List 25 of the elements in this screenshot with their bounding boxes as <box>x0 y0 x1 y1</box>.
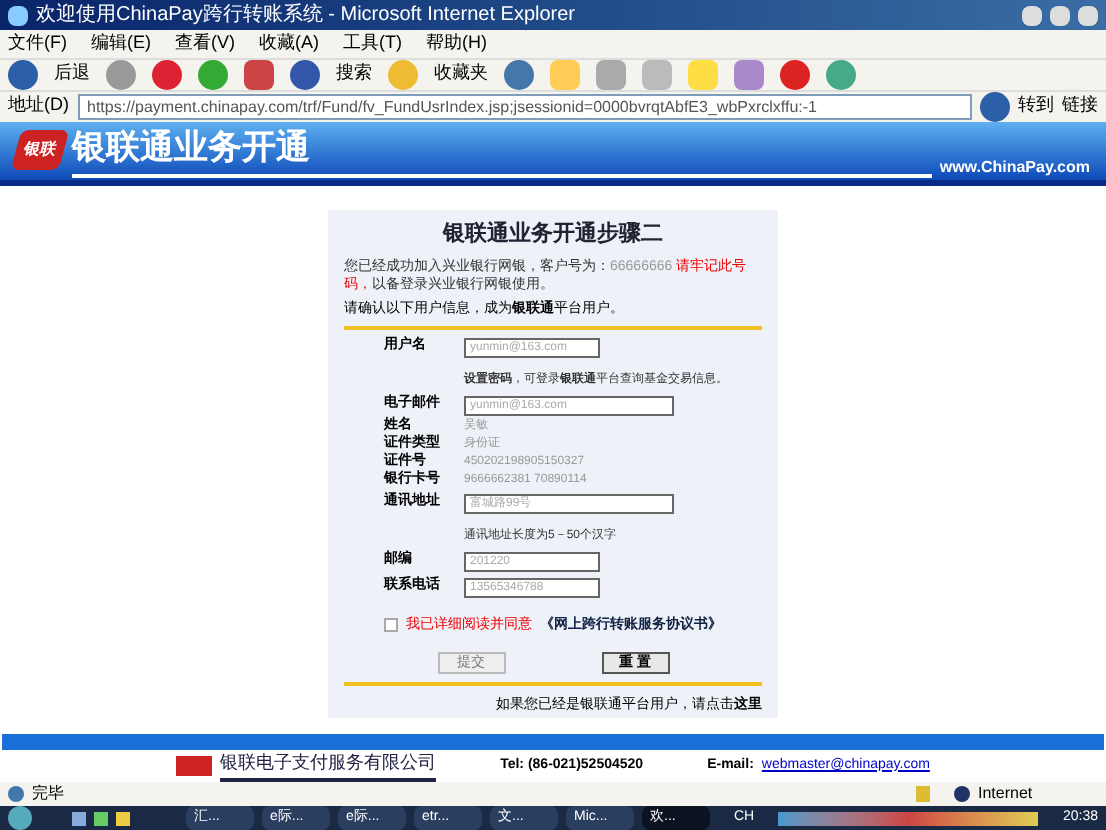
maximize-button[interactable] <box>1050 5 1070 25</box>
favorites-button[interactable]: 收藏夹 <box>434 60 488 88</box>
links-button[interactable]: 链接 <box>1062 92 1098 120</box>
panel-title: 银联通业务开通步骤二 <box>440 217 665 250</box>
banner-title: 银联通业务开通 <box>72 122 932 178</box>
start-button[interactable] <box>8 806 32 830</box>
minimize-button[interactable] <box>1022 5 1042 25</box>
zone-text: Internet <box>978 782 1035 806</box>
address-label: 地址(D) <box>8 92 69 119</box>
menu-item[interactable]: 查看(V) <box>175 30 235 57</box>
status-text: 完毕 <box>32 782 66 806</box>
agree-checkbox[interactable] <box>384 618 398 633</box>
menu-item[interactable]: 文件(F) <box>8 30 67 57</box>
go-button[interactable]: 转到 <box>1018 92 1054 120</box>
window-title: 欢迎使用ChinaPay跨行转账系统 - Microsoft Internet Explorer <box>36 1 578 30</box>
logo-mark: 银联 <box>10 130 70 171</box>
menu-item[interactable]: 帮助(H) <box>426 30 487 57</box>
site-url: www.ChinaPay.com <box>939 155 1090 180</box>
menu-item[interactable]: 收藏(A) <box>259 30 319 57</box>
back-button[interactable]: 后退 <box>54 60 90 88</box>
close-button[interactable] <box>1078 5 1098 25</box>
search-button[interactable]: 搜索 <box>336 60 372 88</box>
menu-item[interactable]: 工具(T) <box>343 30 402 57</box>
address-field[interactable]: https://payment.chinapay.com/trf/Fund/fv_FundUsrIndex.jsp;jsessionid=0000bvrqtAbfE3_wbPxrclxffu:-1 <box>77 93 972 120</box>
menu-item[interactable]: 编辑(E) <box>91 30 151 57</box>
